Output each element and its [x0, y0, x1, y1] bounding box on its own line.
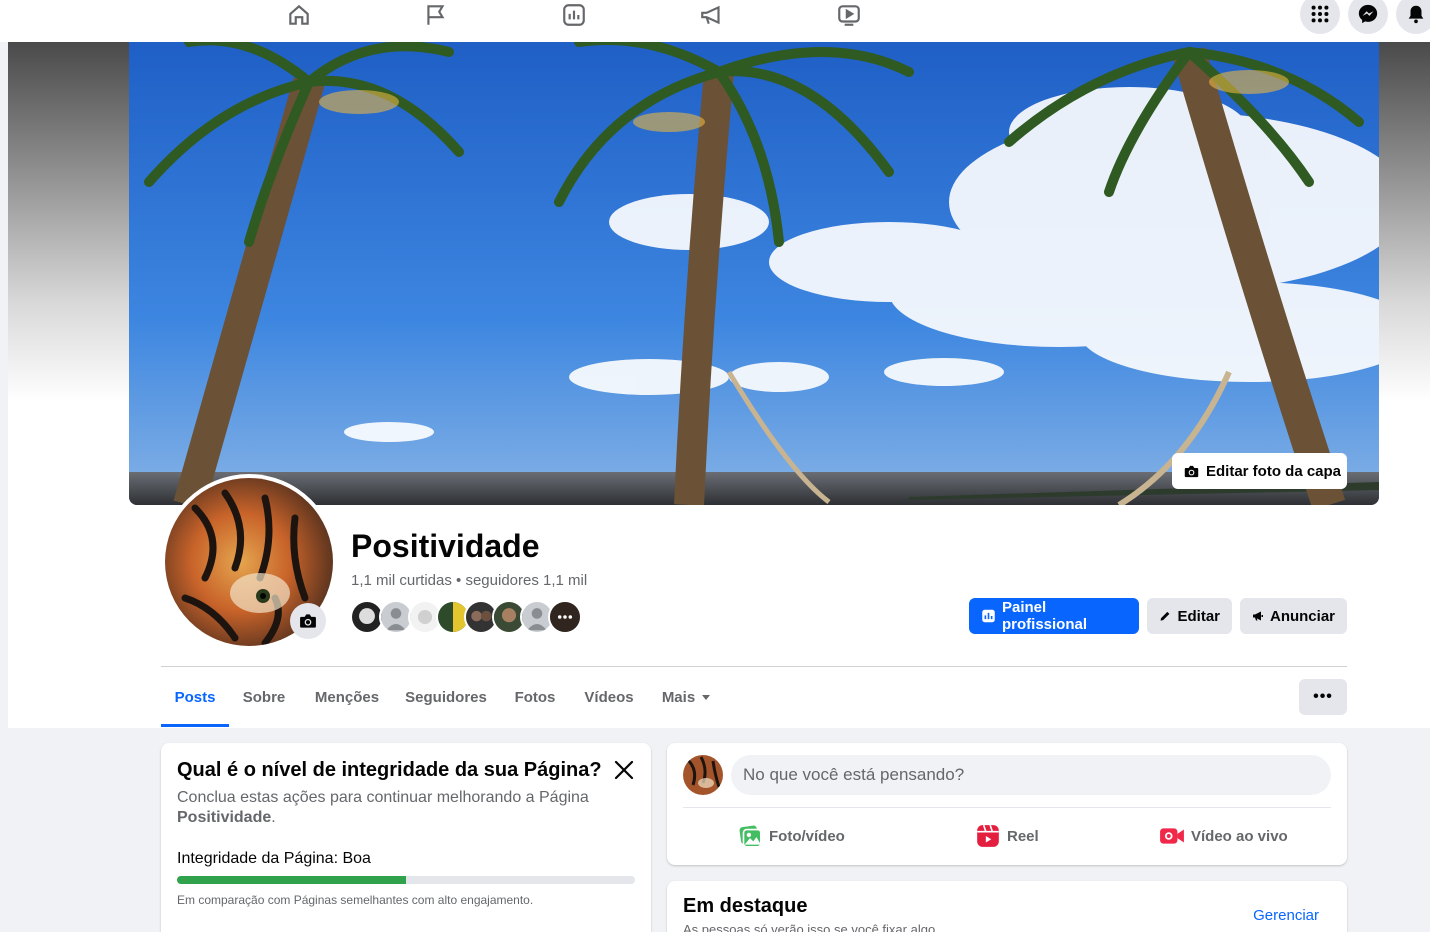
page-health-card: Qual é o nível de integridade da sua Pág… — [161, 743, 651, 932]
edit-page-label: Editar — [1177, 607, 1220, 625]
tab-videos[interactable]: Vídeos — [571, 667, 647, 727]
more-options-button[interactable]: ••• — [1299, 679, 1347, 715]
photo-video-label: Foto/vídeo — [769, 827, 845, 845]
tab-label: Sobre — [242, 688, 286, 706]
live-video-icon — [1160, 828, 1184, 844]
camera-icon — [1184, 465, 1199, 477]
composer-avatar[interactable] — [683, 755, 723, 795]
dashboard-icon — [982, 609, 995, 623]
insights-icon[interactable] — [561, 2, 587, 28]
top-navigation-bar — [0, 0, 1430, 42]
integrity-comparison-text: Em comparação com Páginas semelhantes co… — [177, 893, 534, 907]
desc-page-name: Positividade — [177, 809, 272, 826]
follower-avatars[interactable] — [350, 600, 582, 634]
close-icon[interactable] — [613, 759, 635, 781]
live-video-label: Vídeo ao vivo — [1191, 827, 1288, 845]
pencil-icon — [1160, 611, 1170, 621]
reel-icon — [977, 824, 999, 847]
page-stats[interactable]: 1,1 mil curtidas • seguidores 1,1 mil — [351, 572, 587, 589]
tab-followers[interactable]: Seguidores — [395, 667, 497, 727]
featured-subtitle: As pessoas só verão isso se você fixar a… — [683, 922, 939, 932]
edit-cover-label: Editar foto da capa — [1206, 462, 1342, 480]
composer-input[interactable]: No que você está pensando? — [731, 755, 1331, 795]
featured-card: Em destaque As pessoas só verão isso se … — [667, 881, 1347, 932]
page-health-title: Qual é o nível de integridade da sua Pág… — [177, 759, 602, 781]
desc-suffix: . — [271, 809, 276, 826]
composer-divider — [683, 807, 1331, 808]
tab-label: Mais — [661, 688, 696, 706]
desc-text: Conclua estas ações para continuar melho… — [177, 789, 589, 806]
tab-posts[interactable]: Posts — [161, 667, 229, 727]
manage-featured-link[interactable]: Gerenciar — [1253, 907, 1319, 924]
tab-label: Fotos — [514, 688, 556, 706]
tab-label: Posts — [174, 688, 216, 706]
megaphone-icon — [1252, 611, 1263, 621]
edit-cover-photo-button[interactable]: Editar foto da capa — [1172, 453, 1347, 489]
tab-label: Vídeos — [584, 688, 634, 706]
edit-page-button[interactable]: Editar — [1147, 598, 1232, 634]
live-video-button[interactable]: Vídeo ao vivo — [1159, 821, 1288, 851]
tab-about[interactable]: Sobre — [229, 667, 299, 727]
reel-label: Reel — [1007, 827, 1039, 845]
photo-icon — [739, 825, 762, 848]
photo-video-button[interactable]: Foto/vídeo — [737, 821, 845, 851]
megaphone-icon[interactable] — [699, 2, 725, 28]
tab-photos[interactable]: Fotos — [501, 667, 569, 727]
advertise-label: Anunciar — [1269, 607, 1335, 625]
integrity-progress-fill — [177, 876, 406, 884]
notifications-icon[interactable] — [1396, 0, 1430, 34]
tab-label: Menções — [314, 688, 380, 706]
ellipsis-icon: ••• — [1313, 688, 1333, 705]
update-profile-picture-button[interactable] — [290, 603, 326, 639]
home-icon[interactable] — [286, 2, 312, 28]
video-icon[interactable] — [836, 2, 862, 28]
cover-photo[interactable] — [129, 42, 1379, 505]
follower-avatar-more[interactable] — [548, 600, 582, 634]
professional-dashboard-label: Painel profissional — [1002, 599, 1088, 633]
menu-grid-icon[interactable] — [1300, 0, 1340, 34]
page-health-description: Conclua estas ações para continuar melho… — [177, 788, 617, 828]
integrity-progress-bar — [177, 876, 635, 884]
featured-title: Em destaque — [683, 895, 808, 917]
camera-icon — [300, 614, 316, 628]
advertise-button[interactable]: Anunciar — [1240, 598, 1347, 634]
tab-more[interactable]: Mais — [651, 667, 721, 727]
messenger-icon[interactable] — [1348, 0, 1388, 34]
page-title: Positividade — [351, 528, 540, 564]
tab-label: Seguidores — [405, 688, 487, 706]
chevron-down-icon — [702, 694, 711, 700]
professional-dashboard-button[interactable]: Painel profissional — [969, 598, 1139, 634]
flag-icon[interactable] — [423, 2, 449, 28]
post-composer: No que você está pensando? Foto/vídeo Re… — [667, 743, 1347, 865]
composer-placeholder: No que você está pensando? — [743, 765, 965, 784]
tab-mentions[interactable]: Menções — [301, 667, 393, 727]
integrity-label: Integridade da Página: Boa — [177, 850, 371, 867]
reel-button[interactable]: Reel — [975, 821, 1039, 851]
